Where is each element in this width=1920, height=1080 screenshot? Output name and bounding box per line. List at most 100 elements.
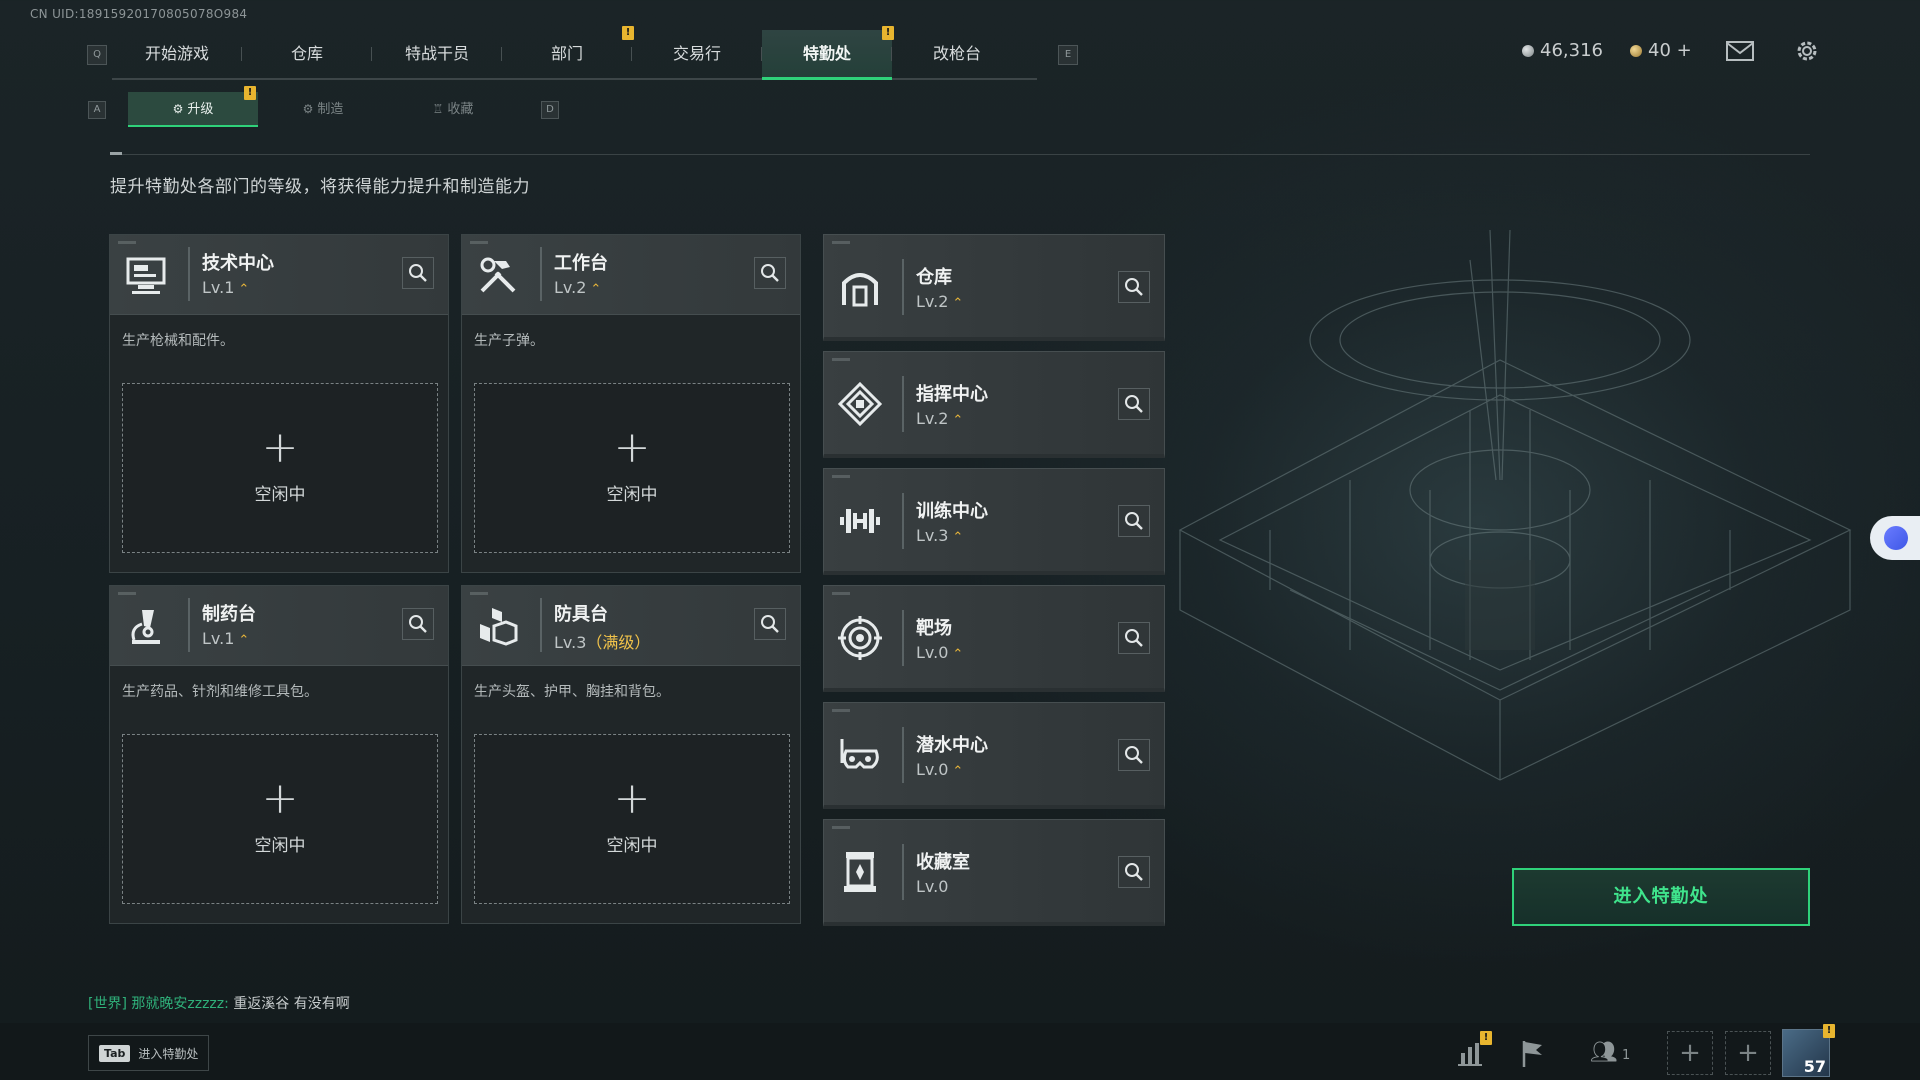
gold-currency[interactable]: 40 + — [1630, 40, 1692, 61]
subtab-collection[interactable]: ♖ 收藏 — [388, 92, 518, 127]
inspect-button[interactable] — [1118, 505, 1150, 537]
plus-icon: + — [261, 422, 299, 473]
facility-level: Lv.0 ⌃ — [916, 760, 963, 779]
silver-currency[interactable]: 46,316 — [1522, 40, 1603, 61]
friends-icon: 👥︎ — [1590, 1040, 1618, 1065]
tab-operators[interactable]: 特战干员 — [372, 30, 502, 78]
card-workbench[interactable]: 工作台 Lv.2 ⌃ 生产子弹。 + 空闲中 — [461, 234, 801, 573]
card-armor-bench[interactable]: 防具台 Lv.3（满级） 生产头盔、护甲、胸挂和背包。 + 空闲中 — [461, 585, 801, 924]
subtab-upgrade[interactable]: ⚙ 升级 ! — [128, 86, 258, 127]
facility-collection-room[interactable]: 收藏室 Lv.0 — [823, 819, 1165, 926]
stats-chart-icon[interactable]: ! — [1454, 1031, 1492, 1069]
plus-icon: + — [613, 422, 651, 473]
base-blueprint-illustration — [1178, 230, 1852, 781]
inspect-button[interactable] — [402, 608, 434, 640]
separator — [902, 727, 904, 783]
gold-amount: 40 + — [1648, 40, 1692, 61]
card-tag — [832, 475, 850, 478]
add-slot-button[interactable]: + — [1725, 1031, 1771, 1075]
facility-training-center[interactable]: 训练中心 Lv.3 ⌃ — [823, 468, 1165, 575]
facility-shooting-range[interactable]: 靶场 Lv.0 ⌃ — [823, 585, 1165, 692]
search-icon — [1125, 746, 1143, 764]
card-level: Lv.2 ⌃ — [554, 278, 601, 297]
tab-special-ops[interactable]: 特勤处 ! — [762, 26, 894, 80]
assistant-side-button[interactable] — [1870, 516, 1920, 560]
assistant-avatar-icon — [1884, 526, 1908, 550]
gold-coin-icon — [1630, 44, 1642, 57]
production-slot[interactable]: + 空闲中 — [474, 734, 790, 904]
facility-level: Lv.2 ⌃ — [916, 409, 963, 428]
inspect-button[interactable] — [1118, 739, 1150, 771]
card-tag — [832, 709, 850, 712]
tab-key-hint[interactable]: Tab 进入特勤处 — [88, 1035, 210, 1071]
card-tag — [470, 241, 488, 244]
production-slot[interactable]: + 空闲中 — [122, 383, 438, 553]
card-tech-center[interactable]: 技术中心 Lv.1 ⌃ 生产枪械和配件。 + 空闲中 — [109, 234, 449, 573]
notification-badge: ! — [244, 86, 256, 100]
subtab-craft-label: 制造 — [317, 102, 344, 117]
facility-title: 训练中心 — [916, 501, 988, 522]
friends-button[interactable]: 👥︎ 1 — [1590, 1037, 1650, 1069]
card-tag — [118, 592, 136, 595]
tab-gunsmith[interactable]: 改枪台 — [892, 30, 1022, 78]
separator — [902, 844, 904, 900]
inspect-button[interactable] — [754, 257, 786, 289]
facility-command-center[interactable]: 指挥中心 Lv.2 ⌃ — [823, 351, 1165, 458]
target-icon — [838, 616, 882, 660]
card-description: 生产子弹。 — [474, 333, 544, 349]
tab-key: Tab — [99, 1044, 131, 1062]
inspect-button[interactable] — [402, 257, 434, 289]
collection-icon — [838, 850, 882, 894]
subtab-craft[interactable]: ⚙ 制造 — [258, 92, 388, 127]
diving-mask-icon — [838, 733, 882, 777]
slot-status: 空闲中 — [606, 485, 658, 505]
tab-department-label: 部门 — [550, 44, 583, 63]
search-icon — [1125, 863, 1143, 881]
add-slot-button[interactable]: + — [1667, 1031, 1713, 1075]
facility-diving-center[interactable]: 潜水中心 Lv.0 ⌃ — [823, 702, 1165, 809]
facility-level: Lv.2 ⌃ — [916, 292, 963, 311]
inspect-button[interactable] — [1118, 622, 1150, 654]
level-text: Lv.1 — [202, 629, 235, 648]
card-title: 防具台 — [554, 604, 608, 625]
facility-level: Lv.0 ⌃ — [916, 643, 963, 662]
inspect-button[interactable] — [754, 608, 786, 640]
production-slot[interactable]: + 空闲中 — [122, 734, 438, 904]
search-icon — [1125, 395, 1143, 413]
upgrade-arrow-icon: ⌃ — [952, 647, 964, 662]
player-level: 57 — [1803, 1057, 1826, 1076]
production-slot[interactable]: + 空闲中 — [474, 383, 790, 553]
inspect-button[interactable] — [1118, 388, 1150, 420]
tab-start-game[interactable]: 开始游戏 — [112, 30, 242, 78]
separator — [188, 247, 190, 301]
separator — [902, 610, 904, 666]
notification-badge: ! — [1823, 1024, 1835, 1038]
facility-title: 收藏室 — [916, 852, 970, 873]
level-text: Lv.2 — [554, 278, 587, 297]
card-pharmacy[interactable]: 制药台 Lv.1 ⌃ 生产药品、针剂和维修工具包。 + 空闲中 — [109, 585, 449, 924]
player-avatar[interactable]: ! 57 — [1782, 1024, 1835, 1077]
command-icon — [838, 382, 882, 426]
card-header: 防具台 Lv.3（满级） — [462, 586, 800, 666]
tab-department[interactable]: 部门 ! — [502, 26, 634, 78]
inspect-button[interactable] — [1118, 856, 1150, 888]
subtab-collection-label: 收藏 — [447, 102, 474, 117]
tab-trading[interactable]: 交易行 — [632, 30, 762, 78]
flag-icon[interactable] — [1516, 1037, 1548, 1069]
chat-channel: [世界] — [88, 996, 127, 1012]
settings-gear-icon[interactable] — [1794, 38, 1820, 64]
facility-warehouse[interactable]: 仓库 Lv.2 ⌃ — [823, 234, 1165, 341]
mail-icon[interactable] — [1726, 40, 1754, 62]
tab-warehouse[interactable]: 仓库 — [242, 30, 372, 78]
world-chat-line[interactable]: [世界] 那就晚安zzzzz: 重返溪谷 有没有啊 — [88, 993, 350, 1013]
level-text: Lv.1 — [202, 278, 235, 297]
upgrade-arrow-icon: ⌃ — [952, 413, 964, 428]
enter-special-ops-button[interactable]: 进入特勤处 — [1512, 868, 1810, 926]
level-text: Lv.2 — [916, 409, 949, 428]
armor-icon — [476, 604, 520, 648]
facility-level: Lv.0 — [916, 877, 948, 896]
inspect-button[interactable] — [1118, 271, 1150, 303]
page-subtitle: 提升特勤处各部门的等级，将获得能力提升和制造能力 — [110, 177, 530, 197]
separator — [902, 493, 904, 549]
player-uid: CN UID:18915920170805078O984 — [30, 7, 248, 21]
